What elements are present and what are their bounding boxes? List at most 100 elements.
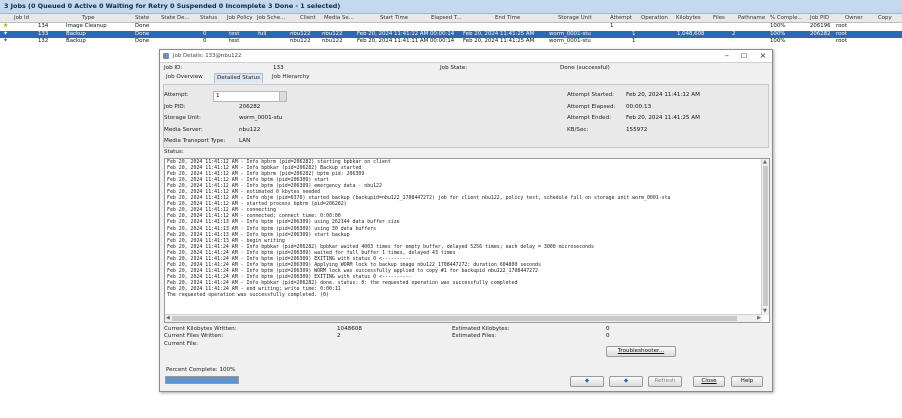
horizontal-scroll-thumb[interactable] xyxy=(172,316,737,321)
refresh-button[interactable]: Refresh xyxy=(648,376,682,387)
troubleshooter-button[interactable]: Troubleshooter... xyxy=(606,346,676,357)
attempt-elapsed-label: Attempt Elapsed: xyxy=(567,104,616,110)
job-pid: 206282 xyxy=(810,31,831,37)
job-state: Done xyxy=(135,31,150,37)
job-attempt: 1 xyxy=(610,23,614,29)
job-row-134[interactable]: ★ 134 Image Cleanup Done 1 100% 206196 r… xyxy=(0,23,902,30)
job-id-value: 133 xyxy=(273,65,284,71)
storage-unit-value: worm_0001-stu xyxy=(239,115,283,121)
attempt-stepper-value: 1 xyxy=(216,93,220,99)
maximize-icon[interactable]: ☐ xyxy=(737,51,751,61)
app-icon xyxy=(163,53,169,59)
job-state-label: Job State: xyxy=(440,65,468,71)
running-figure-icon: ★ xyxy=(3,22,9,29)
status-log-area[interactable]: Feb 20, 2024 11:41:12 AM - Info bpbrm (p… xyxy=(164,158,770,323)
job-state-value: Done (successful) xyxy=(560,65,610,71)
job-pid-label: Job PID: xyxy=(164,104,186,110)
column-header-attempt[interactable]: Attempt xyxy=(610,15,632,21)
close-icon[interactable]: × xyxy=(756,51,770,61)
job-policy: test xyxy=(229,31,240,37)
job-files: 2 xyxy=(732,31,736,37)
job-attempt: 1 xyxy=(632,38,636,44)
job-storage-unit: worm_0001-stu xyxy=(549,31,591,37)
scroll-right-icon[interactable]: ▶ xyxy=(757,315,761,322)
column-header-copy[interactable]: Copy xyxy=(878,15,892,21)
help-button[interactable]: Help xyxy=(731,376,763,387)
current-file-label: Current File: xyxy=(164,341,199,347)
jobs-summary-bar: 3 Jobs (0 Queued 0 Active 0 Waiting for … xyxy=(0,0,902,14)
job-elapsed: 00:00:14 xyxy=(430,38,455,44)
column-header-operation[interactable]: Operation xyxy=(641,15,668,21)
job-storage-unit: worm_0001-stu xyxy=(549,38,591,44)
attempt-elapsed-value: 00:00:13 xyxy=(626,104,652,110)
status-label: Status: xyxy=(164,149,184,155)
progress-fill xyxy=(166,377,238,383)
column-header-job-schedule[interactable]: Job Sche... xyxy=(257,15,285,21)
column-header-media-server[interactable]: Media Se... xyxy=(324,15,354,21)
status-log: Feb 20, 2024 11:41:12 AM - Info bpbrm (p… xyxy=(167,159,757,298)
scroll-down-icon[interactable]: ▼ xyxy=(763,308,767,315)
job-status: 0 xyxy=(203,31,207,37)
job-media-server: nbu122 xyxy=(322,38,343,44)
job-owner: root xyxy=(836,31,847,37)
job-end-time: Feb 20, 2024 11:41:25 AM xyxy=(463,31,535,37)
job-type: Backup xyxy=(66,38,86,44)
next-button[interactable]: ◆ xyxy=(609,376,643,387)
status-log-line: The requested operation was successfully… xyxy=(167,292,329,299)
tab-detailed-status[interactable]: Detailed Status xyxy=(214,73,264,83)
tab-job-hierarchy[interactable]: Job Hierarchy xyxy=(270,73,311,82)
horizontal-scrollbar[interactable]: ◀ ▶ xyxy=(165,314,762,322)
attempt-details-panel: Attempt: 1 Job PID: 206282 Storage Unit:… xyxy=(163,84,769,148)
column-header-files[interactable]: Files xyxy=(713,15,725,21)
previous-button[interactable]: ◆ xyxy=(570,376,604,387)
scroll-up-icon[interactable]: ▲ xyxy=(763,159,767,166)
kb-written-label: Current Kilobytes Written: xyxy=(164,326,237,332)
job-state: Done xyxy=(135,38,150,44)
next-arrow-icon: ◆ xyxy=(623,378,629,384)
job-attempt: 1 xyxy=(632,31,636,37)
tab-job-overview[interactable]: Job Overview xyxy=(164,73,205,82)
attempt-started-value: Feb 20, 2024 11:41:12 AM xyxy=(626,92,700,98)
job-details-dialog: Job Details: 133@nbu122 – ☐ × Job ID: 13… xyxy=(159,49,773,392)
column-header-state[interactable]: State xyxy=(135,15,149,21)
kb-sec-value: 155972 xyxy=(626,127,648,133)
column-header-storage-unit[interactable]: Storage Unit xyxy=(558,15,592,21)
job-state: Done xyxy=(135,23,150,29)
column-header-percent-complete[interactable]: % Comple... xyxy=(770,15,803,21)
column-header-status[interactable]: Status xyxy=(200,15,217,21)
vertical-scrollbar[interactable]: ▲ ▼ xyxy=(761,159,769,315)
job-id-label: Job ID: xyxy=(164,65,183,71)
job-schedule: full xyxy=(258,31,267,37)
dialog-title: Job Details: 133@nbu122 xyxy=(173,53,242,59)
job-owner: root xyxy=(836,23,847,29)
attempt-stepper[interactable]: 1 xyxy=(213,91,287,102)
media-transport-value: LAN xyxy=(239,138,251,144)
column-header-kilobytes[interactable]: Kilobytes xyxy=(676,15,701,21)
scroll-left-icon[interactable]: ◀ xyxy=(166,315,170,322)
close-button[interactable]: Close xyxy=(693,376,725,387)
column-header-type[interactable]: Type xyxy=(82,15,94,21)
column-header-owner[interactable]: Owner xyxy=(845,15,863,21)
job-pid: 206196 xyxy=(810,23,831,29)
job-owner: root xyxy=(836,38,847,44)
column-header-client[interactable]: Client xyxy=(300,15,316,21)
dialog-title-bar[interactable]: Job Details: 133@nbu122 – ☐ × xyxy=(160,50,772,63)
column-header-start-time[interactable]: Start Time xyxy=(380,15,408,21)
job-row-133[interactable]: ✦ 133 Backup Done 0 test full nbu122 nbu… xyxy=(0,31,902,38)
column-header-job-policy[interactable]: Job Policy xyxy=(227,15,253,21)
column-header-job-pid[interactable]: Job PID xyxy=(810,15,829,21)
column-header-state-details[interactable]: State De... xyxy=(161,15,190,21)
tape-backup-icon: ✦ xyxy=(3,37,9,44)
files-written-value: 2 xyxy=(337,333,341,339)
attempt-ended-label: Attempt Ended: xyxy=(567,115,612,121)
job-percent: 100% xyxy=(770,38,786,44)
stepper-arrows-icon[interactable] xyxy=(279,92,286,101)
column-header-pathname[interactable]: Pathname xyxy=(738,15,765,21)
minimize-icon[interactable]: – xyxy=(720,51,734,61)
job-row-132[interactable]: ✦ 132 Backup Done 0 test nbu122 nbu122 F… xyxy=(0,38,902,45)
column-header-end-time[interactable]: End Time xyxy=(495,15,520,21)
vertical-scroll-thumb[interactable] xyxy=(763,166,768,306)
column-header-job-id[interactable]: Job Id xyxy=(14,15,29,21)
column-header-elapsed-time[interactable]: Elapsed T... xyxy=(431,15,462,21)
estimated-kb-value: 0 xyxy=(606,326,610,332)
